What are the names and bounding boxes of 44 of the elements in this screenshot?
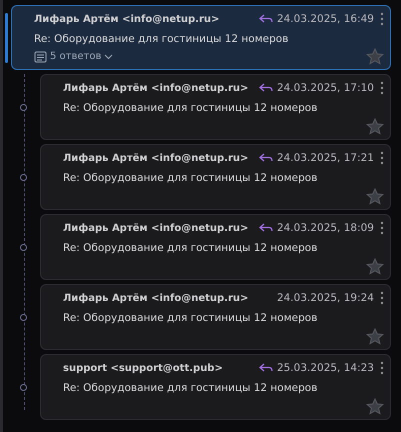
message-card[interactable]: Лифарь Артём <info@netup.ru> 24.03.2025, 19:24 Re: Оборудование для гостиницы 12 номеров <box>40 284 391 350</box>
message-date: 24.03.2025, 17:21 <box>276 152 374 164</box>
sender-name: Лифарь Артём <info@netup.ru> <box>63 222 248 234</box>
message-card[interactable]: support <support@ott.pub> 25.03.2025, 14:23 Re: Оборудование для гостиницы 12 номеров <box>40 354 391 420</box>
sender-name: Лифарь Артём <info@netup.ru> <box>34 14 220 24</box>
replies-toggle[interactable]: 5 ответов <box>34 50 114 62</box>
message-subject: Re: Оборудование для гостиницы 12 номеров <box>63 242 318 254</box>
thread-node <box>20 174 27 180</box>
messages-icon <box>34 50 47 62</box>
message-subject: Re: Оборудование для гостиницы 12 номеров <box>63 382 318 394</box>
message-card[interactable]: Лифарь Артём <info@netup.ru> 24.03.2025, 18:09 Re: Оборудование для гостиницы 12 номеров <box>40 214 391 280</box>
message-date: 24.03.2025, 17:10 <box>276 82 374 94</box>
thread-node <box>20 314 27 320</box>
more-icon[interactable] <box>380 221 384 235</box>
message-date: 24.03.2025, 18:09 <box>276 222 374 234</box>
star-icon[interactable] <box>366 328 384 345</box>
sender-name: Лифарь Артём <info@netup.ru> <box>63 292 248 304</box>
star-icon[interactable] <box>366 48 384 65</box>
thread-node <box>20 244 27 250</box>
star-icon[interactable] <box>366 118 384 135</box>
sender-name: Лифарь Артём <info@netup.ru> <box>63 82 248 94</box>
message-card[interactable]: Лифарь Артём <info@netup.ru> 24.03.2025, 17:21 Re: Оборудование для гостиницы 12 номеров <box>40 144 391 210</box>
thread-node <box>20 384 27 390</box>
message-subject: Re: Оборудование для гостиницы 12 номеров <box>63 172 318 184</box>
message-subject: Re: Оборудование для гостиницы 12 номеров <box>34 33 290 45</box>
star-icon[interactable] <box>366 188 384 205</box>
more-icon[interactable] <box>380 291 384 305</box>
star-icon[interactable] <box>366 258 384 275</box>
chevron-icon <box>104 54 114 60</box>
message-subject: Re: Оборудование для гостиницы 12 номеров <box>63 102 318 114</box>
message-date: 24.03.2025, 16:49 <box>276 13 374 25</box>
more-icon[interactable] <box>380 361 384 375</box>
more-icon[interactable] <box>380 151 384 165</box>
message-subject: Re: Оборудование для гостиницы 12 номеров <box>63 312 318 324</box>
message-card[interactable]: Лифарь Артём <info@netup.ru> 24.03.2025, 17:10 Re: Оборудование для гостиницы 12 номеров <box>40 74 391 140</box>
message-date: 25.03.2025, 14:23 <box>276 362 374 374</box>
sender-name: support <support@ott.pub> <box>63 362 223 374</box>
more-icon[interactable] <box>380 81 384 95</box>
message-card[interactable]: Лифарь Артём <info@netup.ru> 24.03.2025, 16:49 Re: Оборудование для гостиницы 12 номеров 5 ответов <box>11 5 391 70</box>
thread-node <box>20 104 27 110</box>
star-icon[interactable] <box>366 398 384 415</box>
more-icon[interactable] <box>380 12 384 26</box>
sender-name: Лифарь Артём <info@netup.ru> <box>63 152 248 164</box>
message-date: 24.03.2025, 19:24 <box>276 292 374 304</box>
